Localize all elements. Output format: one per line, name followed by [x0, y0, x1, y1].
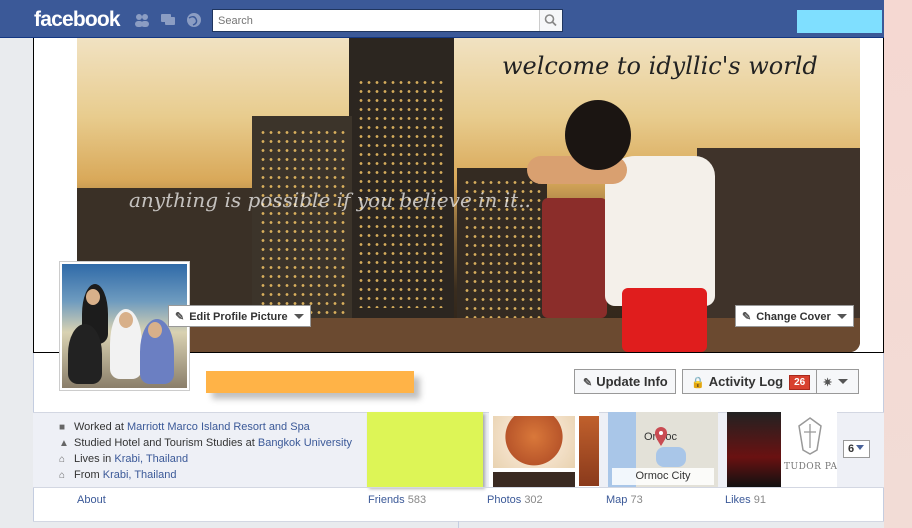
- pencil-icon: ✎: [742, 311, 752, 323]
- update-info-button[interactable]: ✎ Update Info: [574, 369, 676, 394]
- pencil-icon: ✎: [175, 311, 185, 323]
- search-input[interactable]: [213, 10, 533, 31]
- map-pin-icon: [655, 427, 667, 446]
- tab-photos-label: Photos: [487, 494, 522, 506]
- home-icon: ⌂: [59, 454, 66, 465]
- person-face: [119, 312, 133, 328]
- friend-requests-icon[interactable]: [134, 12, 150, 28]
- tab-likes-count: 91: [753, 494, 766, 506]
- tab-photos-count: 302: [524, 494, 543, 506]
- messages-icon[interactable]: [160, 12, 176, 28]
- tab-likes[interactable]: Likes 91: [725, 494, 766, 506]
- tab-map[interactable]: Map 73: [606, 494, 643, 506]
- likes-tile-text: TUDOR PARK: [784, 462, 837, 472]
- about-summary: ■ Worked at Marriott Marco Island Resort …: [33, 412, 361, 487]
- notifications-globe-icon[interactable]: [186, 12, 202, 28]
- tab-about-label: About: [77, 494, 106, 506]
- tabs-divider: [33, 487, 884, 488]
- photos-tile-image: [493, 472, 575, 487]
- friends-tile[interactable]: [367, 412, 483, 487]
- tab-friends-label: Friends: [368, 494, 405, 506]
- search-button[interactable]: [539, 10, 562, 31]
- top-navigation-bar: facebook: [0, 0, 884, 38]
- work-icon: ■: [59, 422, 66, 433]
- chevron-down-icon: [836, 314, 847, 319]
- photos-tile[interactable]: [489, 412, 599, 487]
- more-tabs-count: 6: [848, 443, 855, 455]
- tab-friends-count: 583: [407, 494, 427, 506]
- education-icon: ▲: [59, 438, 69, 449]
- edit-profile-picture-button[interactable]: ✎ Edit Profile Picture: [168, 305, 311, 327]
- cover-girl-legs: [622, 288, 707, 352]
- tab-about[interactable]: About: [77, 494, 106, 506]
- edit-profile-picture-label: Edit Profile Picture: [189, 311, 288, 323]
- hometown-icon: ⌂: [59, 470, 66, 481]
- redacted-profile-name: [206, 371, 414, 393]
- map-water: [656, 447, 686, 467]
- map-tile-city: Ormoc City: [612, 468, 714, 485]
- about-row-work: ■ Worked at Marriott Marco Island Resort …: [59, 419, 361, 435]
- person-face: [86, 289, 100, 305]
- chevron-down-icon: [293, 314, 304, 319]
- school-link[interactable]: Bangkok University: [258, 437, 352, 449]
- update-info-label: Update Info: [596, 374, 668, 389]
- about-row-education: ▲ Studied Hotel and Tourism Studies at Ba…: [59, 435, 361, 451]
- lock-icon: 🔒: [691, 377, 705, 389]
- tab-friends[interactable]: Friends 583: [368, 494, 426, 506]
- search-box: [212, 9, 563, 32]
- facebook-logo[interactable]: facebook: [34, 8, 121, 32]
- workplace-link[interactable]: Marriott Marco Island Resort and Spa: [127, 421, 310, 433]
- change-cover-button[interactable]: ✎ Change Cover: [735, 305, 854, 327]
- search-icon: [544, 14, 557, 27]
- activity-log-label: Activity Log: [708, 374, 784, 389]
- activity-log-button[interactable]: 🔒 Activity Log 26: [682, 369, 819, 394]
- tab-likes-label: Likes: [725, 494, 751, 506]
- about-row-text: Worked at: [74, 421, 127, 433]
- map-tile[interactable]: Ormoc Ormoc City: [608, 412, 718, 487]
- about-row-text: Lives in: [74, 453, 115, 465]
- cover-suitcase: [542, 198, 607, 318]
- person-figure: [68, 324, 102, 384]
- cover-building: [697, 148, 860, 328]
- chevron-down-icon: [856, 445, 865, 450]
- tab-photos[interactable]: Photos 302: [487, 494, 543, 506]
- redacted-user-name[interactable]: [797, 10, 882, 33]
- photos-tile-image: [579, 416, 599, 486]
- timeline-center-divider: [458, 521, 459, 528]
- tab-map-count: 73: [630, 494, 643, 506]
- tab-map-label: Map: [606, 494, 628, 506]
- gear-icon: ✷: [823, 377, 833, 389]
- likes-tile-image: [727, 412, 781, 487]
- more-tabs-button[interactable]: 6: [843, 440, 870, 458]
- cover-quote-text: anything is possible if you believe in i…: [129, 188, 531, 212]
- settings-menu-button[interactable]: ✷: [816, 369, 859, 394]
- change-cover-label: Change Cover: [756, 311, 831, 323]
- current-city-link[interactable]: Krabi, Thailand: [114, 453, 188, 465]
- crest-icon: [798, 417, 822, 455]
- about-row-lives: ⌂ Lives in Krabi, Thailand: [59, 451, 361, 467]
- activity-log-count-badge: 26: [789, 375, 811, 390]
- hometown-link[interactable]: Krabi, Thailand: [103, 469, 177, 481]
- photos-tile-image: [493, 416, 575, 468]
- about-row-text: From: [74, 469, 103, 481]
- likes-tile[interactable]: TUDOR PARK: [727, 412, 837, 487]
- about-row-from: ⌂ From Krabi, Thailand: [59, 467, 361, 483]
- chevron-down-icon: [838, 379, 849, 384]
- about-row-text: Studied Hotel and Tourism Studies at: [74, 437, 258, 449]
- cover-welcome-text: welcome to idyllic's world: [502, 52, 818, 80]
- page-background-right: [884, 0, 912, 528]
- pencil-icon: ✎: [583, 377, 593, 389]
- cover-girl-hair: [565, 100, 631, 170]
- cover-building-lights: [259, 128, 345, 318]
- person-face: [148, 322, 162, 338]
